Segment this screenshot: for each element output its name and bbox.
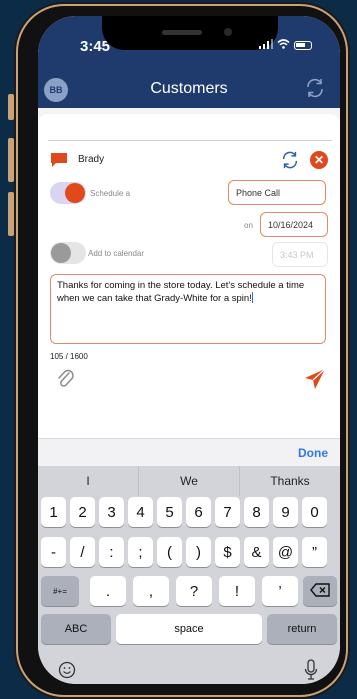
suggestion-item[interactable]: I [38,466,139,496]
character-counter: 105 / 1600 [50,352,88,361]
sync-icon[interactable] [304,78,326,103]
side-button [8,94,14,120]
volume-down-button [8,192,14,236]
key-4[interactable]: 4 [128,497,153,527]
schedule-date-value: 10/16/2024 [268,219,314,230]
key-8[interactable]: 8 [244,497,269,527]
message-text: Thanks for coming in the store today. Le… [57,280,305,304]
space-key[interactable]: space [116,614,262,644]
status-icons [259,38,312,52]
message-icon [50,152,68,173]
calendar-label: Add to calendar [88,249,145,258]
compose-sheet: Brady ✕ Schedule a Phone Call on 10/16/2… [38,108,340,438]
key-ampersand[interactable]: & [244,537,269,567]
delete-key[interactable] [303,576,337,606]
emoji-icon[interactable] [58,661,76,684]
refresh-icon[interactable] [280,150,300,175]
return-key[interactable]: return [267,614,337,644]
key-slash[interactable]: / [70,537,95,567]
page-title: Customers [150,80,228,97]
signal-icon [259,38,273,52]
compose-card: Brady ✕ Schedule a Phone Call on 10/16/2… [38,114,340,438]
key-dollar[interactable]: $ [215,537,240,567]
wifi-icon [277,38,290,52]
key-7[interactable]: 7 [215,497,240,527]
toggle-knob [51,243,71,263]
schedule-date-field[interactable]: 10/16/2024 [260,212,328,237]
message-textarea[interactable]: Thanks for coming in the store today. Le… [50,274,326,344]
battery-icon [294,40,312,50]
calendar-time-field[interactable]: 3:43 PM [272,242,328,267]
remove-icon[interactable]: ✕ [310,151,328,169]
send-icon[interactable] [304,368,326,395]
schedule-type-value: Phone Call [236,187,281,198]
status-bar: 3:45 [38,16,340,68]
contact-name: Brady [78,154,105,165]
key-2[interactable]: 2 [70,497,95,527]
key-open-paren[interactable]: ( [157,537,182,567]
key-9[interactable]: 9 [273,497,298,527]
key-apostrophe[interactable]: ’ [262,576,298,606]
key-3[interactable]: 3 [99,497,124,527]
delete-icon [310,582,330,600]
key-quote[interactable]: ” [302,537,327,567]
key-exclamation[interactable]: ! [219,576,255,606]
abc-key[interactable]: ABC [41,614,111,644]
key-6[interactable]: 6 [186,497,211,527]
toggle-knob [65,183,85,203]
key-period[interactable]: . [90,576,126,606]
keyboard: I We Thanks 1 2 3 4 5 6 7 8 9 0 - / : ; … [38,466,340,684]
schedule-label: Schedule a [90,189,131,198]
calendar-toggle[interactable] [50,242,86,264]
done-button[interactable]: Done [298,446,328,460]
speaker [162,30,202,35]
key-more-symbols[interactable]: #+= [41,576,79,606]
nav-bar: BB Customers [38,68,340,108]
key-question[interactable]: ? [176,576,212,606]
suggestion-item[interactable]: We [139,466,240,496]
date-on-label: on [244,221,253,230]
schedule-toggle[interactable] [50,182,86,204]
key-comma[interactable]: , [133,576,169,606]
divider [48,140,332,141]
key-semicolon[interactable]: ; [128,537,153,567]
keyboard-accessory-bar: Done [38,438,340,466]
calendar-time-value: 3:43 PM [280,249,314,260]
key-at[interactable]: @ [273,537,298,567]
key-dash[interactable]: - [41,537,66,567]
schedule-type-field[interactable]: Phone Call [228,180,326,205]
contact-row: Brady ✕ [50,150,328,174]
camera [224,28,232,36]
microphone-icon[interactable] [304,659,318,684]
paperclip-icon[interactable] [56,368,76,395]
key-1[interactable]: 1 [41,497,66,527]
suggestion-item[interactable]: Thanks [240,466,340,496]
key-close-paren[interactable]: ) [186,537,211,567]
key-0[interactable]: 0 [302,497,327,527]
volume-up-button [8,138,14,182]
key-colon[interactable]: : [99,537,124,567]
notch [102,16,278,50]
screen: 3:45 BB Customers Brady ✕ Schedule a Pho… [38,16,340,684]
suggestion-bar: I We Thanks [38,466,340,496]
text-caret [251,292,253,303]
key-5[interactable]: 5 [157,497,182,527]
